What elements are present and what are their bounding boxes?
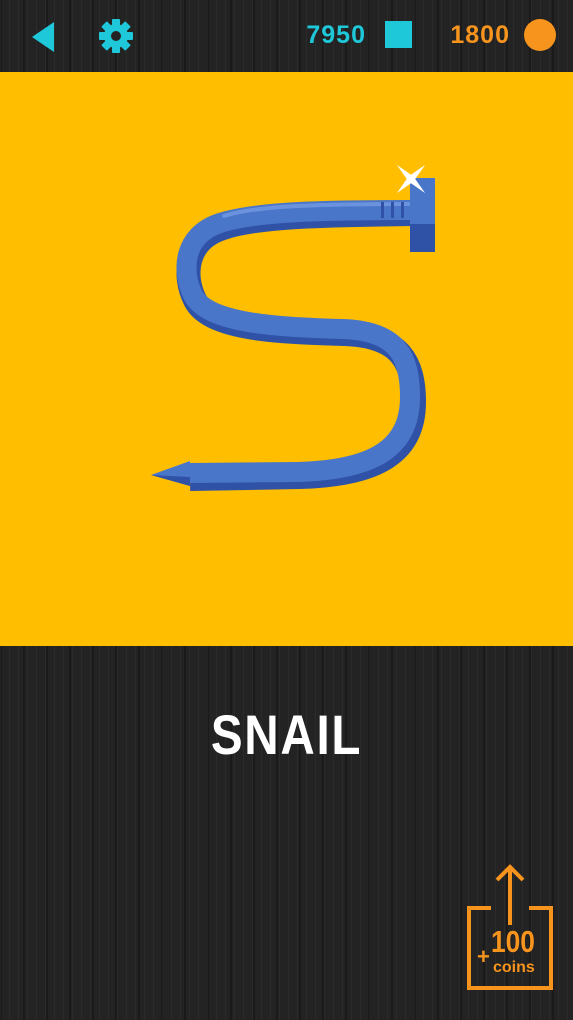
square-gem-icon	[385, 21, 412, 48]
share-reward-amount: 100	[491, 924, 535, 959]
item-illustration-panel	[0, 72, 573, 646]
back-button[interactable]	[30, 20, 60, 54]
back-triangle-icon	[32, 22, 54, 52]
gear-icon	[99, 19, 133, 53]
share-plus-sign: +	[477, 944, 490, 969]
bent-nail-illustration	[0, 72, 573, 646]
top-bar: 7950 1800	[0, 0, 573, 72]
gems-counter: 7950	[306, 21, 366, 49]
share-reward-unit: coins	[493, 959, 535, 976]
coins-counter: 1800	[450, 21, 510, 49]
item-name-title: SNAIL	[210, 703, 363, 766]
settings-button[interactable]	[97, 17, 135, 55]
coin-icon	[524, 19, 556, 51]
